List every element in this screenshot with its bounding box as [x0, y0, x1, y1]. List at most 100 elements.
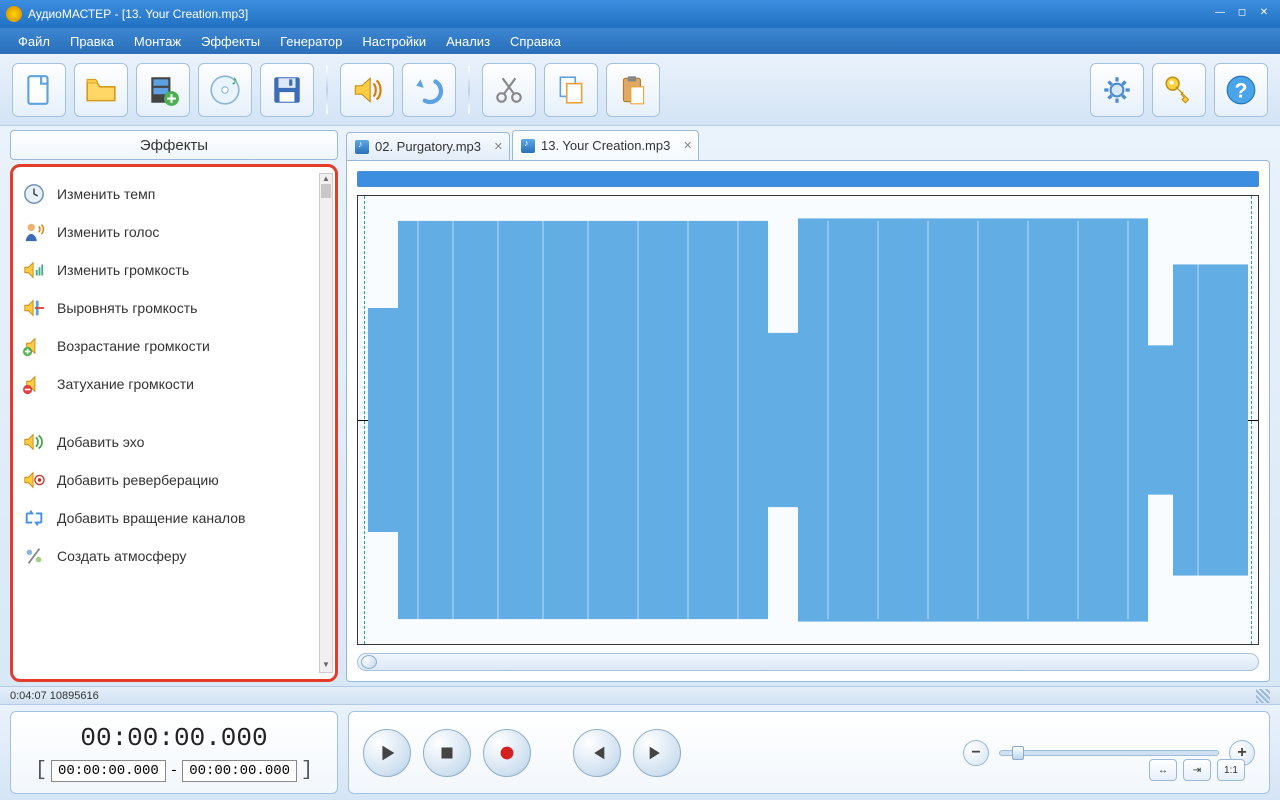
skip-forward-icon: [646, 742, 668, 764]
next-button[interactable]: [633, 729, 681, 777]
effect-fade-out[interactable]: Затухание громкости: [17, 365, 331, 403]
tab-purgatory[interactable]: 02. Purgatory.mp3 ✕: [346, 132, 510, 160]
effect-label: Изменить голос: [57, 224, 159, 240]
effect-fade-in[interactable]: Возрастание громкости: [17, 327, 331, 365]
minimize-button[interactable]: —: [1210, 7, 1230, 21]
effect-change-voice[interactable]: Изменить голос: [17, 213, 331, 251]
paste-icon: [616, 73, 650, 107]
status-text: 0:04:07 10895616: [10, 690, 99, 702]
record-icon: [496, 742, 518, 764]
tab-close-button[interactable]: ✕: [683, 139, 692, 152]
rotate-channels-icon: [23, 507, 45, 529]
volume-button[interactable]: [340, 63, 394, 117]
effect-atmosphere[interactable]: Создать атмосферу: [17, 537, 331, 575]
copy-icon: [554, 73, 588, 107]
undo-button[interactable]: [402, 63, 456, 117]
effect-channel-rotate[interactable]: Добавить вращение каналов: [17, 499, 331, 537]
effect-label: Изменить темп: [57, 186, 155, 202]
stop-button[interactable]: [423, 729, 471, 777]
prev-button[interactable]: [573, 729, 621, 777]
menu-analysis[interactable]: Анализ: [438, 31, 498, 52]
effect-add-reverb[interactable]: Добавить реверберацию: [17, 461, 331, 499]
svg-text:♪: ♪: [231, 73, 237, 88]
help-icon: ?: [1224, 73, 1258, 107]
audio-file-icon: [355, 140, 369, 154]
svg-text:?: ?: [1235, 78, 1248, 102]
menu-edit[interactable]: Правка: [62, 31, 122, 52]
effect-change-volume[interactable]: Изменить громкость: [17, 251, 331, 289]
menu-file[interactable]: Файл: [10, 31, 58, 52]
menu-generator[interactable]: Генератор: [272, 31, 350, 52]
fit-horizontal-button[interactable]: ↔: [1149, 759, 1177, 781]
effect-label: Добавить эхо: [57, 434, 144, 450]
effects-panel: Изменить темп Изменить голос Изменить гр…: [10, 164, 338, 682]
effect-normalize-volume[interactable]: Выровнять громкость: [17, 289, 331, 327]
fit-controls: ↔ ⇥ 1:1: [1149, 759, 1245, 781]
content-area: Эффекты Изменить темп Изменить голос Изм…: [0, 126, 1280, 686]
record-button[interactable]: [483, 729, 531, 777]
toolbar-separator: [468, 66, 470, 114]
app-icon: [6, 6, 22, 22]
time-range: [ 00:00:00.000 - 00:00:00.000 ]: [35, 759, 313, 782]
time-panel: 00:00:00.000 [ 00:00:00.000 - 00:00:00.0…: [10, 711, 338, 794]
titlebar: АудиоМАСТЕР - [13. Your Creation.mp3] — …: [0, 0, 1280, 28]
scrollbar-thumb[interactable]: [361, 655, 377, 669]
waveform-overview[interactable]: [357, 171, 1259, 187]
zoom-slider-thumb[interactable]: [1012, 746, 1024, 760]
effects-scrollbar[interactable]: ▲ ▼: [319, 173, 333, 673]
save-button[interactable]: [260, 63, 314, 117]
speaker-plus-icon: [23, 335, 45, 357]
time-separator: -: [170, 763, 178, 779]
menu-settings[interactable]: Настройки: [354, 31, 434, 52]
fit-selection-button[interactable]: ⇥: [1183, 759, 1211, 781]
copy-button[interactable]: [544, 63, 598, 117]
toolbar: ♪ ?: [0, 54, 1280, 126]
zoom-out-button[interactable]: −: [963, 740, 989, 766]
skip-back-icon: [586, 742, 608, 764]
resize-grip[interactable]: [1256, 689, 1270, 703]
tab-label: 13. Your Creation.mp3: [541, 138, 670, 153]
effects-column: Эффекты Изменить темп Изменить голос Изм…: [10, 130, 338, 682]
stop-icon: [436, 742, 458, 764]
register-button[interactable]: [1152, 63, 1206, 117]
keys-icon: [1162, 73, 1196, 107]
open-file-button[interactable]: [74, 63, 128, 117]
import-cd-button[interactable]: ♪: [198, 63, 252, 117]
effect-add-echo[interactable]: Добавить эхо: [17, 423, 331, 461]
waveform-display[interactable]: [357, 195, 1259, 645]
speaker-minus-icon: [23, 373, 45, 395]
statusbar: 0:04:07 10895616: [0, 686, 1280, 704]
speaker-bars-icon: [23, 259, 45, 281]
tab-label: 02. Purgatory.mp3: [375, 139, 481, 154]
paste-button[interactable]: [606, 63, 660, 117]
close-button[interactable]: ✕: [1254, 7, 1274, 21]
time-to-input[interactable]: 00:00:00.000: [182, 760, 297, 782]
new-file-button[interactable]: [12, 63, 66, 117]
audio-file-icon: [521, 139, 535, 153]
effect-label: Затухание громкости: [57, 376, 194, 392]
help-button[interactable]: ?: [1214, 63, 1268, 117]
tab-close-button[interactable]: ✕: [494, 140, 503, 153]
folder-open-icon: [84, 73, 118, 107]
horizontal-scrollbar[interactable]: [357, 653, 1259, 671]
settings-button[interactable]: [1090, 63, 1144, 117]
import-video-button[interactable]: [136, 63, 190, 117]
time-from-input[interactable]: 00:00:00.000: [51, 760, 166, 782]
cut-button[interactable]: [482, 63, 536, 117]
play-button[interactable]: [363, 729, 411, 777]
effect-label: Выровнять громкость: [57, 300, 197, 316]
new-file-icon: [22, 73, 56, 107]
editor-column: 02. Purgatory.mp3 ✕ 13. Your Creation.mp…: [346, 130, 1270, 682]
toolbar-separator: [326, 66, 328, 114]
reverb-icon: [23, 469, 45, 491]
menu-help[interactable]: Справка: [502, 31, 569, 52]
effect-change-tempo[interactable]: Изменить темп: [17, 175, 331, 213]
zoom-slider[interactable]: [999, 750, 1219, 756]
filmstrip-plus-icon: [146, 73, 180, 107]
menu-montage[interactable]: Монтаж: [126, 31, 189, 52]
zoom-ratio-button[interactable]: 1:1: [1217, 759, 1245, 781]
maximize-button[interactable]: ◻: [1232, 7, 1252, 21]
window-title: АудиоМАСТЕР - [13. Your Creation.mp3]: [28, 7, 1210, 21]
menu-effects[interactable]: Эффекты: [193, 31, 268, 52]
tab-your-creation[interactable]: 13. Your Creation.mp3 ✕: [512, 130, 699, 160]
